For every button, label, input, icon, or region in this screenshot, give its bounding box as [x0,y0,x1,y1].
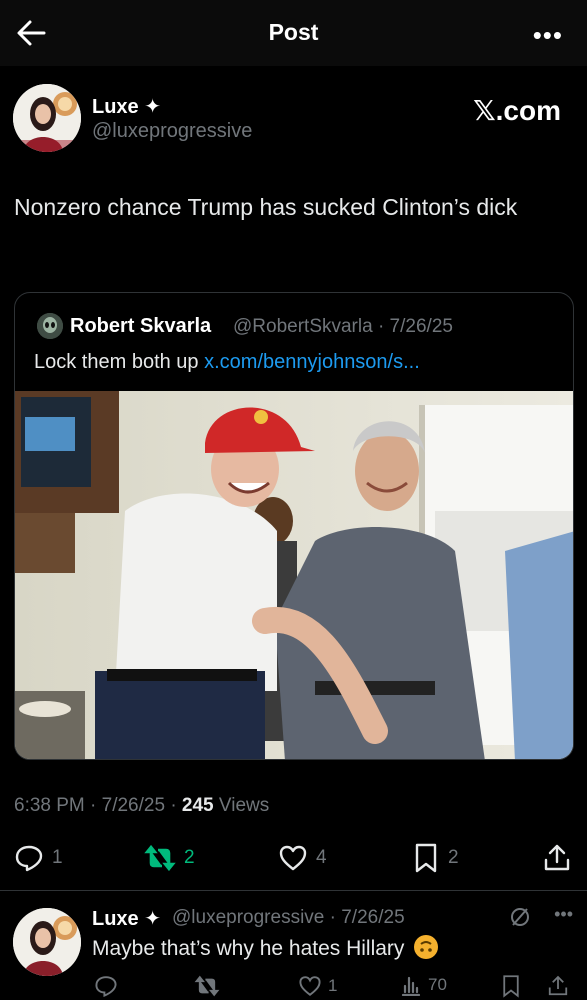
like-button[interactable]: 4 [278,838,327,878]
avatar[interactable] [13,84,81,152]
bookmark-button[interactable]: 2 [412,838,459,878]
views-label: Views [213,795,270,816]
share-icon [544,844,570,871]
reply-actions: 1 70 [0,972,587,1000]
bookmark-icon [415,843,437,873]
quote-text-body: Lock them both up [34,351,205,373]
bookmark-count: 2 [448,847,459,868]
divider [0,890,587,891]
reply-reply-button[interactable] [94,974,118,998]
author-handle[interactable]: @luxeprogressive [92,120,252,143]
repost-button[interactable]: 2 [144,838,195,878]
quoted-post[interactable]: Robert Skvarla @RobertSkvarla · 7/26/25 … [14,292,574,760]
reply-meta: @luxeprogressive · 7/26/25 [172,907,405,928]
reply-views-button[interactable]: 70 [400,974,447,996]
reply-author-name[interactable]: Luxe ✦ [92,906,161,931]
author-name-text: Luxe [92,96,139,118]
top-bar: Post ••• [0,0,587,66]
reply-views-count: 70 [428,975,447,994]
reply-text: Maybe that’s why he hates Hillary [92,935,439,961]
author-name[interactable]: Luxe ✦ [92,94,161,119]
post-meta: 6:38 PM · 7/26/25 · 245 Views [14,795,269,817]
reply-icon [95,976,117,998]
xcom-watermark: 𝕏.com [473,95,561,126]
reply-button[interactable]: 1 [14,838,63,878]
repost-icon [144,844,176,872]
quote-link[interactable]: x.com/bennyjohnson/s... [204,351,420,373]
share-icon [548,975,568,996]
reply-author-name-text: Luxe [92,908,139,930]
reply-repost-button[interactable] [194,974,220,998]
more-button[interactable]: ••• [533,20,563,51]
reply-like-count: 1 [328,976,338,995]
quote-author-name[interactable]: Robert Skvarla [70,315,211,338]
upside-down-face-icon [414,935,439,959]
more-icon: ••• [532,20,563,50]
post-actions: 1 2 4 2 [0,838,587,882]
page-title: Post [268,19,319,45]
quote-avatar[interactable] [37,313,63,339]
reply-avatar[interactable] [13,908,81,976]
views-count: 245 [181,795,214,816]
reply-like-button[interactable]: 1 [298,974,337,998]
verified-badge-icon: ✦ [144,96,162,118]
heart-icon [279,845,307,871]
quote-text: Lock them both up x.com/bennyjohnson/s..… [34,351,420,374]
like-count: 4 [316,847,327,868]
verified-badge-icon: ✦ [144,908,162,930]
quote-meta: @RobertSkvarla · 7/26/25 [233,316,453,337]
repost-count: 2 [184,847,195,868]
post-timestamp: 6:38 PM · 7/26/25 · [14,795,182,816]
reply-text-body: Maybe that’s why he hates Hillary [92,937,405,960]
reply-count: 1 [52,847,63,868]
share-button[interactable] [542,838,572,878]
reply-more-button[interactable]: ••• [554,904,573,925]
reply-bookmark-button[interactable] [500,974,522,998]
bar-chart-icon [401,976,421,996]
heart-icon [299,976,321,997]
bookmark-icon [503,975,519,998]
reply-share-button[interactable] [546,974,570,998]
grok-icon[interactable] [509,906,531,933]
reply-icon [15,845,43,872]
quote-photo[interactable] [15,391,573,759]
post-text: Nonzero chance Trump has sucked Clinton’… [14,194,518,220]
repost-icon [194,975,220,997]
